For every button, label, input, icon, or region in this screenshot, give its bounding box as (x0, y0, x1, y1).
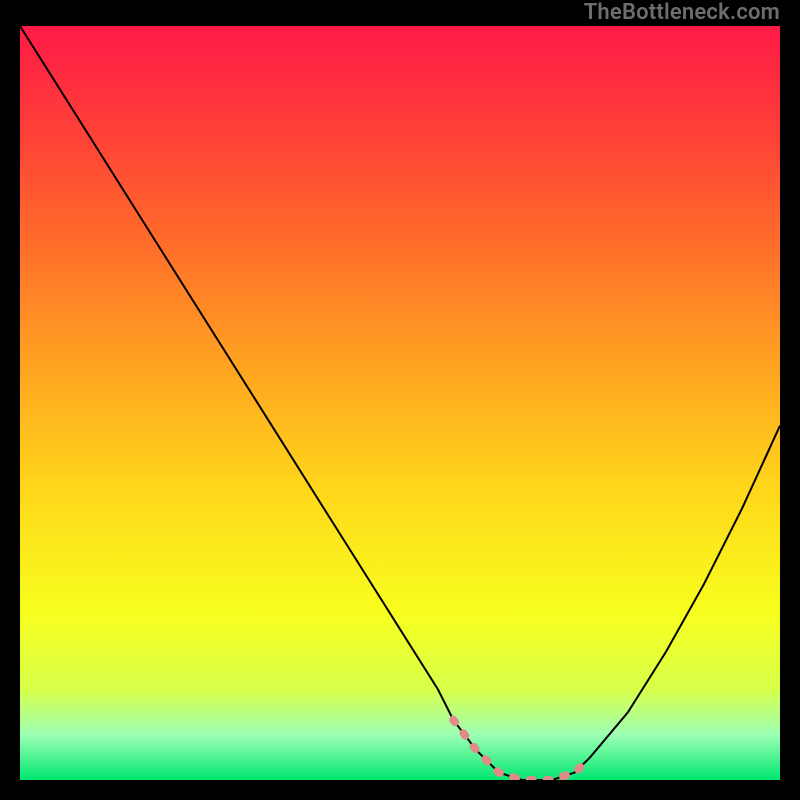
gradient-background (20, 26, 780, 780)
watermark-text: TheBottleneck.com (584, 2, 780, 24)
plot-area (20, 26, 780, 780)
chart-container: TheBottleneck.com (0, 0, 800, 800)
chart-svg (20, 26, 780, 780)
